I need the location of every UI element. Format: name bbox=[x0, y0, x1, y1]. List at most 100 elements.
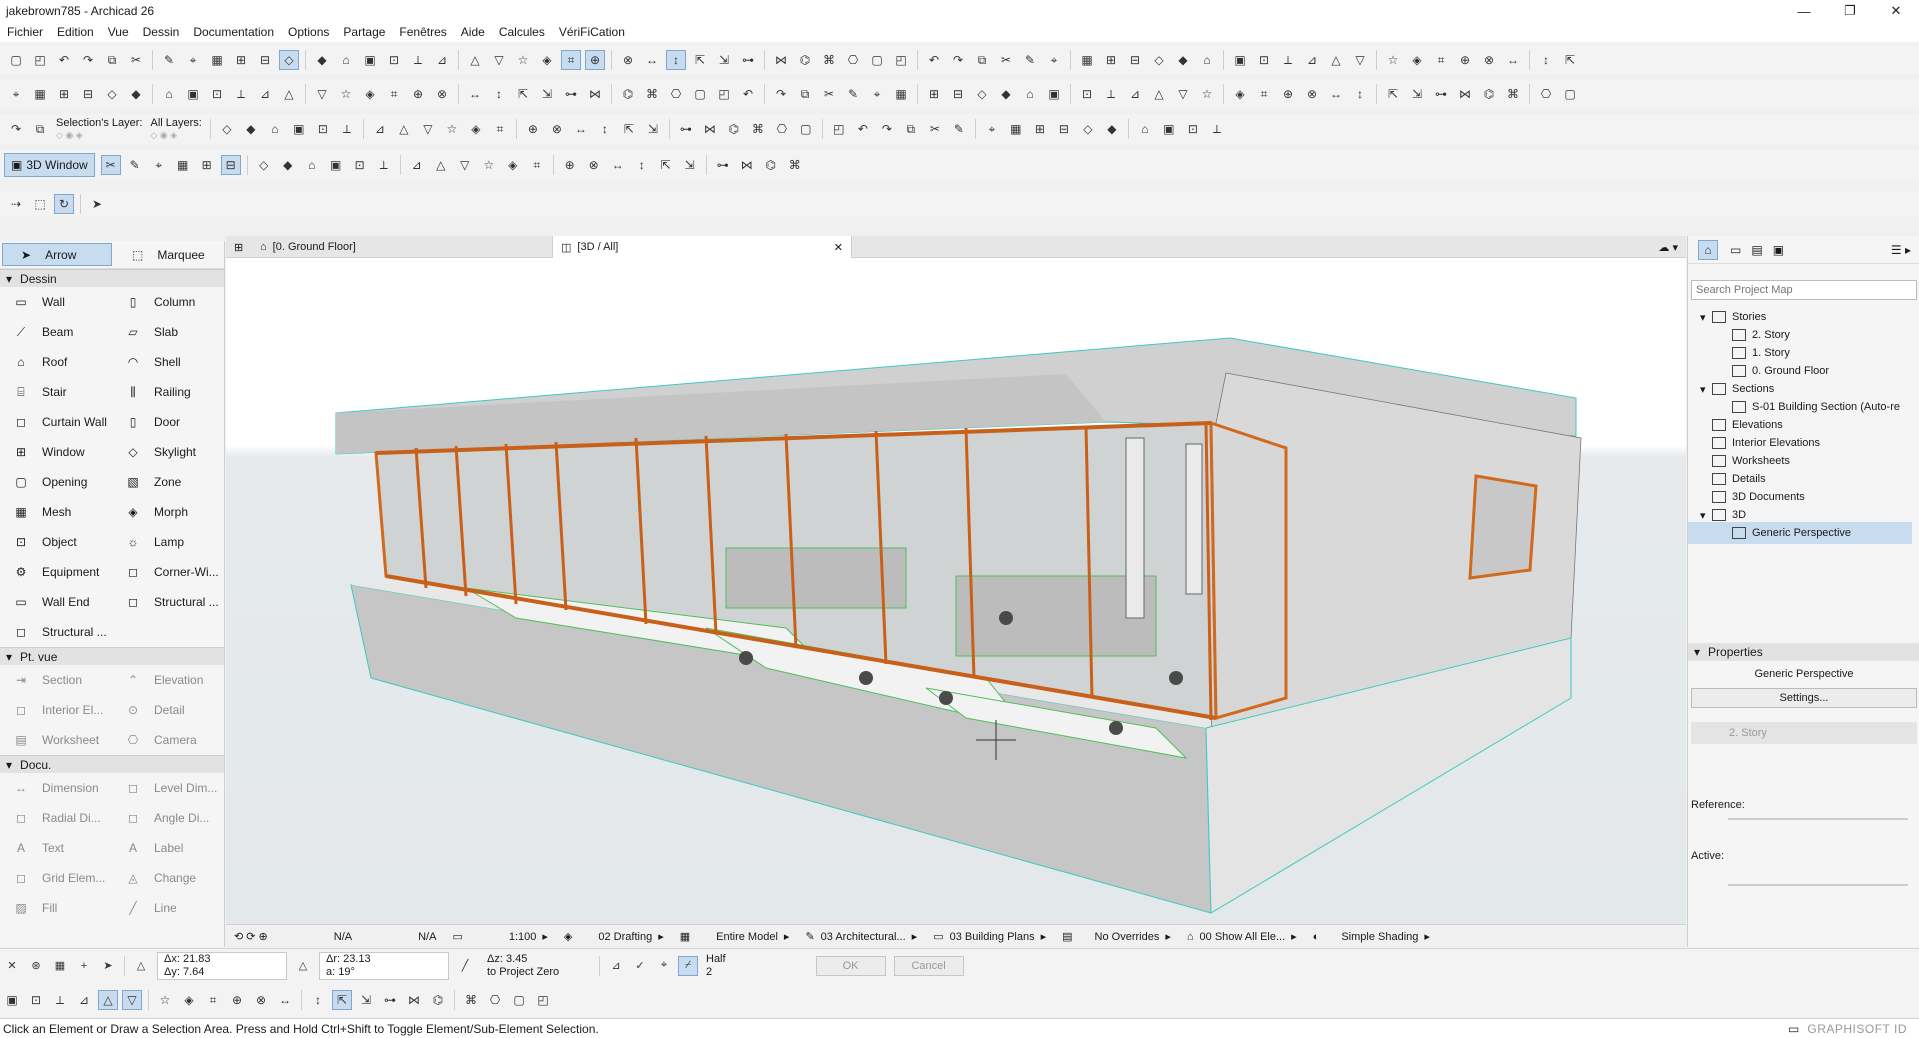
shading-select[interactable]: ◐ Simple Shading ▸ bbox=[1305, 930, 1438, 944]
star-icon[interactable]: ☆ bbox=[1383, 50, 1403, 70]
pointer-icon[interactable]: ➤ bbox=[87, 194, 107, 214]
layers-icon[interactable]: ⊞ bbox=[54, 84, 74, 104]
up-icon[interactable]: △ bbox=[1326, 50, 1346, 70]
cancel-button[interactable]: Cancel bbox=[893, 955, 964, 976]
plane-icon[interactable]: ⊟ bbox=[220, 155, 241, 175]
menu-calcules[interactable]: Calcules bbox=[492, 22, 552, 42]
add-icon[interactable]: + bbox=[74, 956, 94, 976]
undo-icon[interactable]: ↶ bbox=[853, 119, 873, 139]
bottom-right-icon[interactable]: ⇲ bbox=[643, 119, 663, 139]
triangle-icon[interactable]: ⊿ bbox=[1125, 84, 1145, 104]
plus-icon[interactable]: ⊕ bbox=[227, 990, 247, 1010]
marquee-settings-icon[interactable]: ⬚ bbox=[30, 194, 50, 214]
arrow-tool[interactable]: ➤ Arrow bbox=[2, 243, 113, 266]
close-button[interactable]: ✕ bbox=[1873, 0, 1919, 22]
shape-icon[interactable]: ⎔ bbox=[666, 84, 686, 104]
star-icon[interactable]: ☆ bbox=[479, 155, 499, 175]
up-icon[interactable]: △ bbox=[431, 155, 451, 175]
frame-icon[interactable]: ▣ bbox=[1044, 84, 1064, 104]
house-icon[interactable]: ⌂ bbox=[1020, 84, 1040, 104]
box-icon[interactable]: ⊡ bbox=[1183, 119, 1203, 139]
measure-icon[interactable]: ⊿ bbox=[606, 956, 626, 976]
layout-book-icon[interactable]: ▤ bbox=[1751, 243, 1762, 257]
fill-icon[interactable]: ◆ bbox=[1102, 119, 1122, 139]
hash-icon[interactable]: ⌗ bbox=[1254, 84, 1274, 104]
special-snap-icon[interactable]: ⌖ bbox=[654, 956, 674, 976]
marquee-tool[interactable]: ⬚ Marquee bbox=[114, 241, 224, 268]
up-icon[interactable]: △ bbox=[1149, 84, 1169, 104]
overrides-select[interactable]: ▤ No Overrides ▸ bbox=[1054, 930, 1179, 944]
grid-icon[interactable]: ▦ bbox=[1006, 119, 1026, 139]
undo-icon[interactable]: ↶ bbox=[54, 50, 74, 70]
tool-morph[interactable]: ◈ Morph bbox=[112, 497, 224, 527]
minimize-button[interactable]: — bbox=[1781, 0, 1827, 22]
target-icon[interactable]: ⌖ bbox=[6, 84, 26, 104]
bottom-right-icon[interactable]: ⇲ bbox=[537, 84, 557, 104]
menu-options[interactable]: Options bbox=[281, 22, 336, 42]
redo-icon[interactable]: ↷ bbox=[948, 50, 968, 70]
new-file-icon[interactable]: ▢ bbox=[867, 50, 887, 70]
bottom-right-icon[interactable]: ⇲ bbox=[714, 50, 734, 70]
combo-icon[interactable]: ◈ bbox=[179, 990, 199, 1010]
command-icon[interactable]: ⌘ bbox=[748, 119, 768, 139]
box-icon[interactable]: ⊡ bbox=[313, 119, 333, 139]
box-icon[interactable]: ⊡ bbox=[1254, 50, 1274, 70]
3d-viewport[interactable] bbox=[226, 258, 1686, 924]
vertical-icon[interactable]: ↕ bbox=[1350, 84, 1370, 104]
undo-icon[interactable]: ↶ bbox=[924, 50, 944, 70]
top-left-icon[interactable]: ⇱ bbox=[656, 155, 676, 175]
frame-icon[interactable]: ▣ bbox=[360, 50, 380, 70]
tool-text[interactable]: A Text bbox=[0, 833, 112, 863]
tool-elevation[interactable]: ⌃ Elevation bbox=[112, 665, 224, 695]
redo-icon[interactable]: ↷ bbox=[78, 50, 98, 70]
link-icon[interactable]: ⊶ bbox=[676, 119, 696, 139]
tool-label[interactable]: A Label bbox=[112, 833, 224, 863]
diamond-icon[interactable]: ◇ bbox=[217, 119, 237, 139]
menu-fenetres[interactable]: Fenêtres bbox=[392, 22, 453, 42]
copy-icon[interactable]: ⧉ bbox=[972, 50, 992, 70]
menu-documentation[interactable]: Documentation bbox=[186, 22, 281, 42]
navigator-menu-icon[interactable]: ☰ ▸ bbox=[1891, 243, 1911, 257]
tool-angle-di[interactable]: ◻ Angle Di... bbox=[112, 803, 224, 833]
top-left-icon[interactable]: ⇱ bbox=[690, 50, 710, 70]
selection-layer-box[interactable]: Selection's Layer: ◇ ◉ ◈ bbox=[56, 117, 142, 141]
tool-shell[interactable]: ◠ Shell bbox=[112, 347, 224, 377]
tool-slab[interactable]: ▱ Slab bbox=[112, 317, 224, 347]
hash-icon[interactable]: ⌗ bbox=[527, 155, 547, 175]
horizontal-icon[interactable]: ↔ bbox=[608, 155, 628, 175]
menu-partage[interactable]: Partage bbox=[336, 22, 392, 42]
triangle-icon[interactable]: ⊿ bbox=[432, 50, 452, 70]
hex-icon[interactable]: ⌬ bbox=[724, 119, 744, 139]
layers-icon[interactable]: ⊞ bbox=[924, 84, 944, 104]
plus-icon[interactable]: ⊕ bbox=[560, 155, 580, 175]
settings-button[interactable]: Settings... bbox=[1691, 688, 1917, 708]
group-ptvue[interactable]: ▾ Pt. vue bbox=[0, 647, 224, 665]
pencil-icon[interactable]: ✎ bbox=[949, 119, 969, 139]
tool-stair[interactable]: ⌸ Stair bbox=[0, 377, 112, 407]
grid-icon[interactable]: ▦ bbox=[1077, 50, 1097, 70]
grid-icon[interactable]: ▦ bbox=[891, 84, 911, 104]
view-map-icon[interactable]: ▭ bbox=[1730, 243, 1741, 257]
tool-object[interactable]: ⊡ Object bbox=[0, 527, 112, 557]
perpendicular-icon[interactable]: ⟂ bbox=[231, 84, 251, 104]
top-left-icon[interactable]: ⇱ bbox=[332, 990, 352, 1010]
arrow-settings-icon[interactable]: ⇢ bbox=[6, 194, 26, 214]
tool-radial-di[interactable]: ◻ Radial Di... bbox=[0, 803, 112, 833]
cross-icon[interactable]: ⊗ bbox=[1302, 84, 1322, 104]
tool-structural[interactable]: ◻ Structural ... bbox=[0, 617, 112, 647]
tab-ground-floor[interactable]: ⌂ [0. Ground Floor] bbox=[252, 236, 552, 258]
half-division[interactable]: Half 2 bbox=[706, 953, 726, 979]
model-view-select[interactable]: ▦ Entire Model ▸ bbox=[672, 930, 798, 944]
menu-fichier[interactable]: Fichier bbox=[0, 22, 50, 42]
grid-snap-icon[interactable]: ▦ bbox=[50, 956, 70, 976]
tool-structural[interactable]: ◻ Structural ... bbox=[112, 587, 224, 617]
tool-line[interactable]: ╱ Line bbox=[112, 893, 224, 923]
target-icon[interactable]: ⌖ bbox=[183, 50, 203, 70]
orbit-icon[interactable]: ↻ bbox=[54, 194, 74, 214]
vertical-icon[interactable]: ↕ bbox=[489, 84, 509, 104]
down-icon[interactable]: ▽ bbox=[455, 155, 475, 175]
bottom-right-icon[interactable]: ⇲ bbox=[680, 155, 700, 175]
down-icon[interactable]: ▽ bbox=[418, 119, 438, 139]
tool-zone[interactable]: ▧ Zone bbox=[112, 467, 224, 497]
menu-verification[interactable]: VériFiCation bbox=[552, 22, 632, 42]
